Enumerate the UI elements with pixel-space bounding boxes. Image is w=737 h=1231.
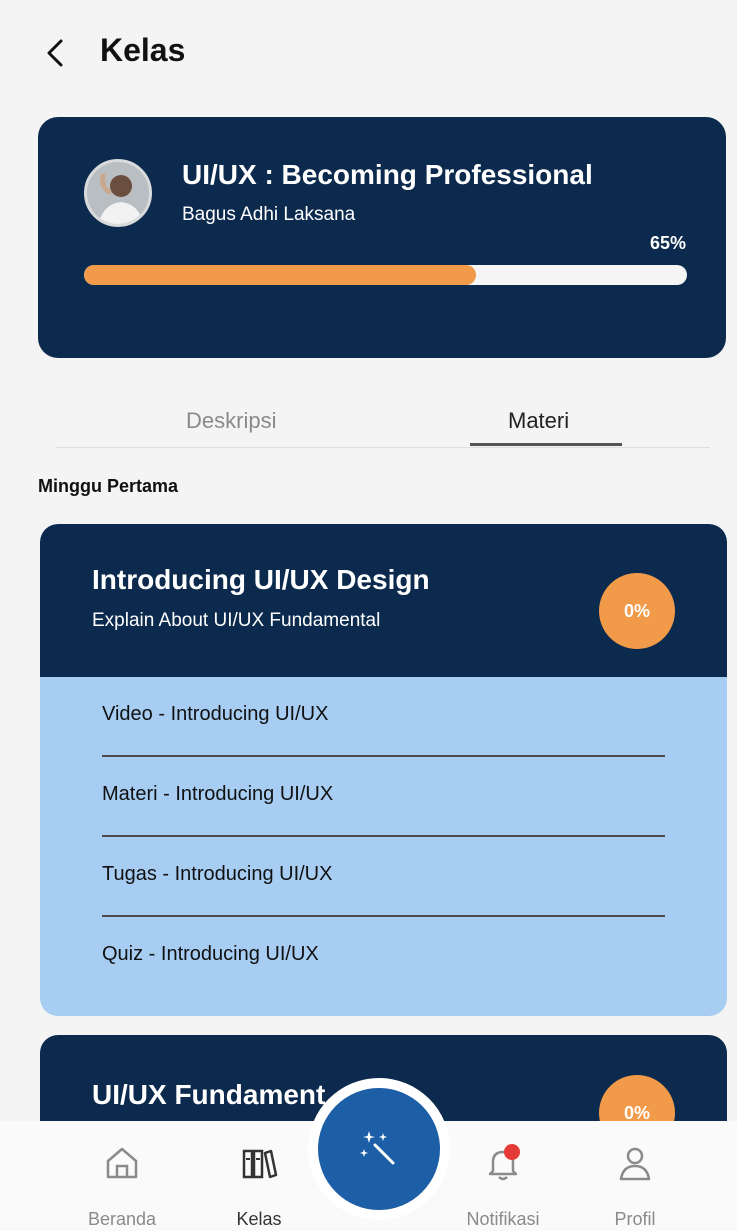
- tab-materi[interactable]: Materi: [508, 408, 569, 434]
- module-subtitle: Explain About UI/UX Fundamental: [92, 610, 381, 631]
- home-icon: [106, 1147, 138, 1179]
- app-header: Kelas: [0, 0, 737, 100]
- nav-label: Beranda: [87, 1209, 157, 1229]
- lesson-item-quiz[interactable]: Quiz - Introducing UI/UX: [102, 917, 665, 997]
- nav-item-beranda[interactable]: Beranda: [62, 1121, 182, 1231]
- magic-action-button[interactable]: [318, 1088, 440, 1210]
- active-tab-indicator: [470, 443, 622, 446]
- module-header[interactable]: Introducing UI/UX Design Explain About U…: [40, 524, 727, 677]
- progress-bar-fill: [84, 265, 476, 285]
- course-author: Bagus Adhi Laksana: [182, 204, 356, 225]
- tab-bar: Deskripsi Materi: [56, 400, 710, 448]
- nav-label: Kelas: [236, 1209, 282, 1229]
- week-title: Minggu Pertama: [38, 476, 179, 496]
- nav-item-notifikasi[interactable]: Notifikasi: [443, 1121, 563, 1231]
- nav-item-profil[interactable]: Profil: [575, 1121, 695, 1231]
- module-title: Introducing UI/UX Design: [92, 564, 430, 595]
- course-card[interactable]: UI/UX : Becoming Professional Bagus Adhi…: [38, 117, 726, 358]
- avatar: [84, 159, 152, 227]
- lesson-item-materi[interactable]: Materi - Introducing UI/UX: [102, 757, 665, 837]
- chevron-left-icon: [47, 39, 63, 67]
- nav-label: Profil: [614, 1209, 656, 1229]
- notification-dot: [504, 1144, 520, 1160]
- module-card: Introducing UI/UX Design Explain About U…: [40, 524, 727, 1016]
- magic-wand-icon: [360, 1131, 395, 1165]
- lesson-item-tugas[interactable]: Tugas - Introducing UI/UX: [102, 837, 665, 917]
- bell-icon: [488, 1144, 520, 1181]
- course-title: UI/UX : Becoming Professional: [182, 159, 593, 190]
- module-progress-badge: 0%: [599, 573, 675, 649]
- nav-label: Notifikasi: [466, 1209, 540, 1229]
- user-icon: [619, 1147, 651, 1181]
- library-icon: [242, 1149, 278, 1179]
- tab-deskripsi[interactable]: Deskripsi: [186, 408, 276, 434]
- module-title: UI/UX Fundament: [92, 1079, 326, 1110]
- back-button[interactable]: [38, 36, 72, 70]
- nav-item-kelas[interactable]: Kelas: [199, 1121, 319, 1231]
- progress-bar: [84, 265, 687, 285]
- lesson-item-video[interactable]: Video - Introducing UI/UX: [102, 677, 665, 757]
- progress-percent: 65%: [649, 233, 686, 253]
- page-title: Kelas: [100, 32, 186, 68]
